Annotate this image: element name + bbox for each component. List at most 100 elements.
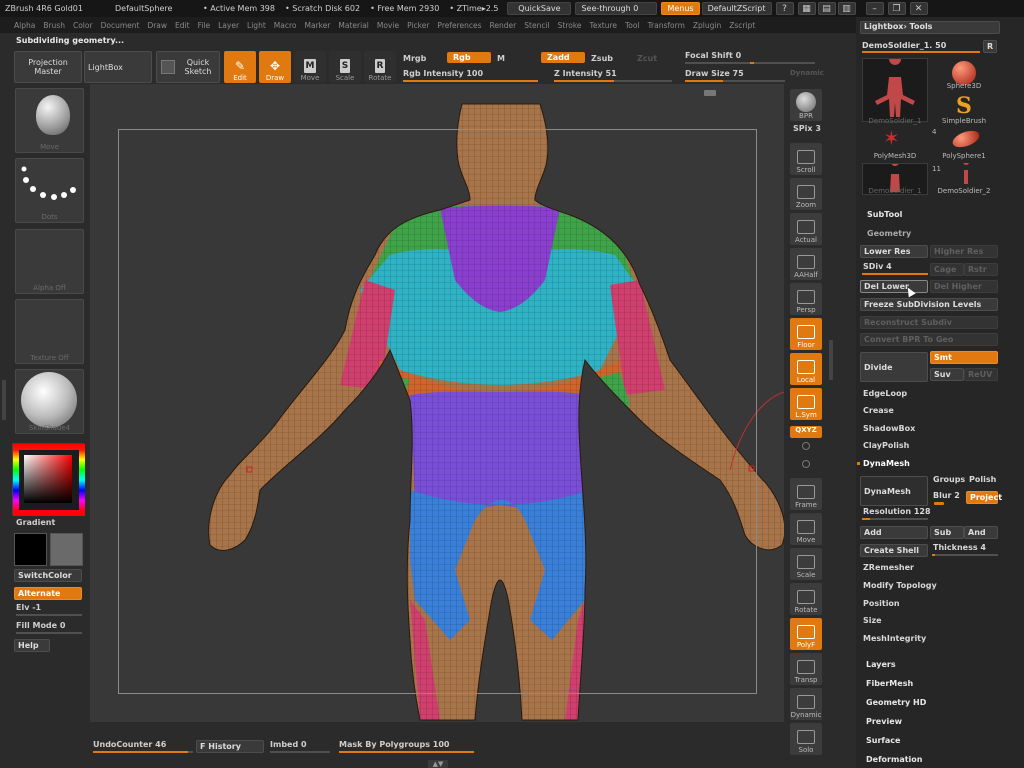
fill-mode-slider[interactable] bbox=[16, 632, 82, 634]
menu-movie[interactable]: Movie bbox=[373, 21, 403, 30]
switchcolor-button[interactable]: SwitchColor bbox=[14, 569, 82, 582]
projection-master-button[interactable]: Projection Master bbox=[14, 51, 82, 83]
menu-material[interactable]: Material bbox=[334, 21, 372, 30]
default-zscript-button[interactable]: DefaultZScript bbox=[701, 2, 772, 15]
zcut-toggle[interactable]: Zcut bbox=[637, 54, 657, 63]
claypolish-item[interactable]: ClayPolish bbox=[863, 441, 909, 450]
rgb-toggle[interactable]: Rgb bbox=[447, 52, 491, 63]
layers-section[interactable]: Layers bbox=[866, 660, 896, 669]
brush-thumbnail[interactable]: Move bbox=[15, 88, 84, 153]
gradient-label[interactable]: Gradient bbox=[16, 518, 55, 527]
material-thumbnail[interactable]: SkinShade4 bbox=[15, 369, 84, 434]
bottom-scroll-icon[interactable]: ▲▼ bbox=[428, 760, 448, 768]
menu-file[interactable]: File bbox=[194, 21, 215, 30]
shelf-transp-button[interactable]: Transp bbox=[790, 653, 822, 685]
preview-section[interactable]: Preview bbox=[866, 717, 902, 726]
sym-radial-icon[interactable] bbox=[802, 460, 810, 468]
bpr-button[interactable]: BPR bbox=[790, 89, 822, 121]
mrgb-toggle[interactable]: Mrgb bbox=[403, 54, 426, 63]
lower-res-button[interactable]: Lower Res bbox=[860, 245, 928, 258]
menu-layer[interactable]: Layer bbox=[214, 21, 243, 30]
elv-slider[interactable] bbox=[16, 614, 82, 616]
shelf-aahalf-button[interactable]: AAHalf bbox=[790, 248, 822, 280]
shelf-polyf-button[interactable]: PolyF bbox=[790, 618, 822, 650]
menu-document[interactable]: Document bbox=[97, 21, 144, 30]
tool-edit-button[interactable]: ✎ Edit bbox=[224, 51, 256, 83]
shelf-floor-button[interactable]: Floor bbox=[790, 318, 822, 350]
menu-tool[interactable]: Tool bbox=[621, 21, 644, 30]
zsub-toggle[interactable]: Zsub bbox=[591, 54, 613, 63]
close-icon[interactable]: ✕ bbox=[909, 2, 928, 15]
menu-stroke[interactable]: Stroke bbox=[554, 21, 586, 30]
meshintegrity-item[interactable]: MeshIntegrity bbox=[863, 634, 926, 643]
add-button[interactable]: Add bbox=[860, 526, 928, 539]
tool-move-button[interactable]: M Move bbox=[294, 51, 326, 83]
del-higher-button[interactable]: Del Higher bbox=[930, 280, 998, 293]
create-shell-button[interactable]: Create Shell bbox=[860, 544, 928, 557]
sub-button[interactable]: Sub bbox=[930, 526, 964, 539]
current-tool-name[interactable]: DemoSoldier_1. 50 bbox=[862, 41, 946, 50]
thickness-slider[interactable] bbox=[932, 554, 998, 556]
groups-toggle[interactable]: Groups bbox=[933, 475, 965, 484]
stroke-thumbnail[interactable]: Dots bbox=[15, 158, 84, 223]
shelf-lsym-button[interactable]: L.Sym bbox=[790, 388, 822, 420]
polymesh3d-icon[interactable]: ✶ bbox=[883, 128, 903, 148]
viewport-scroll-handle[interactable] bbox=[704, 90, 716, 96]
convert-bpr-button[interactable]: Convert BPR To Geo bbox=[860, 333, 998, 346]
imbed-slider[interactable] bbox=[270, 751, 330, 753]
tool-thumb-demosoldier[interactable] bbox=[862, 53, 928, 122]
del-lower-button[interactable]: Del Lower bbox=[860, 280, 928, 293]
menu-render[interactable]: Render bbox=[486, 21, 521, 30]
sym-axis-icon[interactable] bbox=[802, 442, 810, 450]
menu-edit[interactable]: Edit bbox=[171, 21, 194, 30]
color-picker[interactable] bbox=[12, 443, 85, 516]
rgb-intensity-slider[interactable] bbox=[403, 80, 538, 82]
surface-section[interactable]: Surface bbox=[866, 736, 900, 745]
reconstruct-subdiv-button[interactable]: Reconstruct Subdiv bbox=[860, 316, 998, 329]
seethrough-slider[interactable]: See-through 0 bbox=[575, 2, 658, 15]
zremesher-item[interactable]: ZRemesher bbox=[863, 563, 914, 572]
menu-stencil[interactable]: Stencil bbox=[520, 21, 553, 30]
polysphere-icon[interactable] bbox=[950, 127, 982, 151]
cage-button[interactable]: Cage bbox=[930, 263, 964, 276]
layout2-icon[interactable]: ▤ bbox=[817, 2, 836, 15]
shelf-actual-button[interactable]: Actual bbox=[790, 213, 822, 245]
menu-marker[interactable]: Marker bbox=[300, 21, 334, 30]
shelf-persp-button[interactable]: Persp bbox=[790, 283, 822, 315]
shelf-zoom-button[interactable]: Zoom bbox=[790, 178, 822, 210]
menu-brush[interactable]: Brush bbox=[39, 21, 69, 30]
left-tray-divider[interactable] bbox=[2, 380, 6, 420]
shelf-frame-button[interactable]: Frame bbox=[790, 478, 822, 510]
shelf-solo-button[interactable]: Solo bbox=[790, 723, 822, 755]
divide-button[interactable]: Divide bbox=[860, 352, 928, 382]
resolution-slider[interactable] bbox=[862, 518, 928, 520]
lightbox-button[interactable]: LightBox bbox=[84, 51, 152, 83]
color-square[interactable] bbox=[24, 455, 72, 503]
crease-item[interactable]: Crease bbox=[863, 406, 894, 415]
menu-alpha[interactable]: Alpha bbox=[10, 21, 39, 30]
alpha-thumbnail[interactable]: Alpha Off bbox=[15, 229, 84, 294]
dynamic-toggle[interactable]: Dynamic bbox=[790, 69, 824, 77]
project-toggle[interactable]: Project bbox=[966, 491, 1002, 504]
position-item[interactable]: Position bbox=[863, 599, 900, 608]
restore-icon[interactable]: ❐ bbox=[887, 2, 906, 15]
mask-by-polygroups-slider[interactable] bbox=[339, 751, 474, 753]
shelf-move-button[interactable]: Move bbox=[790, 513, 822, 545]
shelf-local-button[interactable]: Local bbox=[790, 353, 822, 385]
help-icon[interactable]: ? bbox=[775, 2, 794, 15]
deformation-section[interactable]: Deformation bbox=[866, 755, 922, 764]
reuv-button[interactable]: ReUV bbox=[964, 368, 998, 381]
rstr-button[interactable]: Rstr bbox=[964, 263, 998, 276]
menu-picker[interactable]: Picker bbox=[403, 21, 433, 30]
menu-texture[interactable]: Texture bbox=[586, 21, 621, 30]
tool-rotate-button[interactable]: R Rotate bbox=[364, 51, 396, 83]
zadd-toggle[interactable]: Zadd bbox=[541, 52, 585, 63]
shelf-scale-button[interactable]: Scale bbox=[790, 548, 822, 580]
undo-counter-slider[interactable] bbox=[93, 751, 193, 753]
tool-draw-button[interactable]: ✥ Draw bbox=[259, 51, 291, 83]
shelf-dynamic-button[interactable]: Dynamic bbox=[790, 688, 822, 720]
subtool-section[interactable]: SubTool bbox=[867, 210, 902, 219]
polish-toggle[interactable]: Polish bbox=[969, 475, 996, 484]
focal-shift-slider[interactable] bbox=[685, 62, 815, 64]
geometry-hd-section[interactable]: Geometry HD bbox=[866, 698, 926, 707]
